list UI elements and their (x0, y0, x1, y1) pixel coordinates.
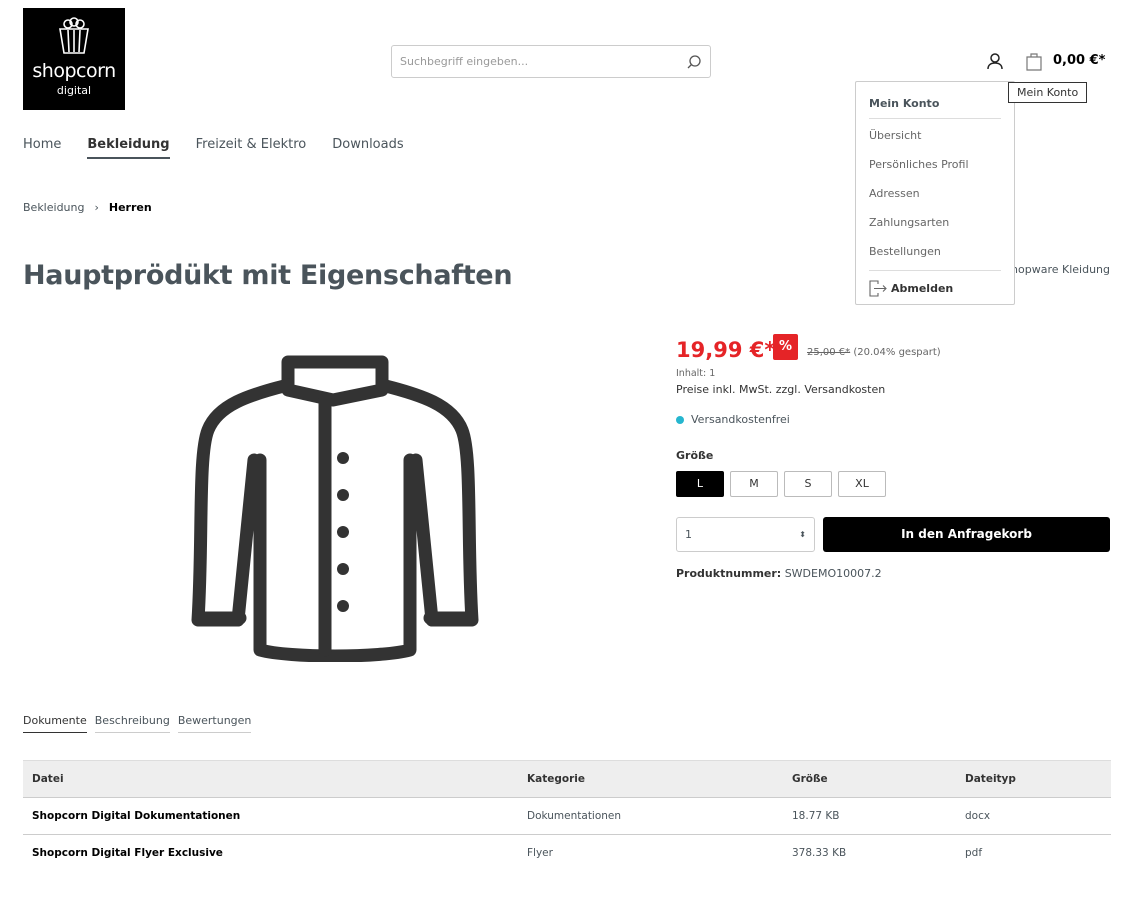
size-label: Größe (676, 449, 714, 462)
nav-bekleidung[interactable]: Bekleidung (87, 137, 170, 159)
file-type: docx (956, 797, 1111, 835)
size-options: L M S XL (676, 471, 886, 497)
search-input[interactable]: Suchbegriff eingeben... (391, 45, 711, 78)
account-tooltip: Mein Konto (1008, 82, 1088, 103)
popcorn-icon (59, 17, 89, 54)
tab-bewertungen[interactable]: Bewertungen (177, 714, 252, 733)
content-info: Inhalt: 1 (676, 368, 716, 379)
product-price: 19,99 €* (676, 338, 776, 362)
nav-freizeit-elektro[interactable]: Freizeit & Elektro (196, 137, 307, 159)
logo[interactable]: shopcorn digital (23, 8, 125, 110)
logout-icon (869, 280, 887, 297)
breadcrumb-bekleidung[interactable]: Bekleidung (23, 201, 84, 214)
product-number-label: Produktnummer: (676, 567, 782, 580)
tax-note: Preise inkl. MwSt. zzgl. Versandkosten (676, 383, 886, 396)
jacket-image (191, 355, 479, 662)
table-header: Datei Kategorie Größe Dateityp (23, 760, 1111, 798)
file-size: 378.33 KB (792, 847, 847, 860)
file-size: 18.77 KB (783, 797, 956, 835)
cart-total[interactable]: 0,00 €* (1053, 53, 1105, 68)
column-header: Dateityp (956, 760, 1111, 798)
select-arrows-icon: ⬍ (799, 530, 806, 539)
manufacturer-link[interactable]: Shopware Kleidung (1004, 263, 1110, 276)
column-header: Datei (23, 760, 518, 798)
chevron-right-icon: › (94, 201, 99, 214)
tab-beschreibung[interactable]: Beschreibung (94, 714, 170, 733)
account-menu-orders[interactable]: Bestellungen (869, 245, 1001, 264)
shipping-text: Versandkostenfrei (691, 413, 790, 426)
logout-button[interactable]: Abmelden (869, 270, 1001, 297)
size-option-xl[interactable]: XL (838, 471, 886, 497)
logout-label: Abmelden (891, 282, 954, 295)
logo-text: shopcorn (32, 60, 116, 82)
tab-dokumente[interactable]: Dokumente (23, 714, 87, 733)
product-tabs: Dokumente Beschreibung Bewertungen (23, 714, 252, 733)
account-menu-overview[interactable]: Übersicht (869, 129, 1001, 148)
quantity-select[interactable]: 1 ⬍ (676, 517, 815, 552)
file-category: Dokumentationen (518, 797, 783, 835)
table-row[interactable]: Shopcorn Digital Dokumentationen Dokumen… (23, 797, 1111, 835)
account-menu-addresses[interactable]: Adressen (869, 187, 1001, 206)
file-category: Flyer (527, 847, 553, 860)
nav-home[interactable]: Home (23, 137, 61, 159)
size-option-s[interactable]: S (784, 471, 832, 497)
nav-downloads[interactable]: Downloads (332, 137, 403, 159)
breadcrumb-herren[interactable]: Herren (109, 201, 152, 214)
account-menu-payment[interactable]: Zahlungsarten (869, 216, 1001, 235)
documents-table: Datei Kategorie Größe Dateityp Shopcorn … (23, 760, 1111, 872)
old-price: 25,00 €* (20.04% gespart) (807, 347, 941, 358)
page-title: Hauptprödükt mit Eigenschaften (23, 260, 513, 291)
account-menu-title: Mein Konto (869, 97, 1001, 119)
column-header: Größe (783, 760, 956, 798)
file-type: pdf (965, 847, 983, 860)
quantity-value: 1 (685, 528, 692, 541)
shipping-info: Versandkostenfrei (676, 413, 790, 426)
file-name[interactable]: Shopcorn Digital Dokumentationen (23, 797, 518, 835)
discount-badge: % (773, 334, 798, 360)
search-icon[interactable] (686, 54, 702, 70)
product-number: Produktnummer: SWDEMO10007.2 (676, 567, 882, 580)
size-option-l[interactable]: L (676, 471, 724, 497)
status-dot-icon (676, 415, 684, 424)
saved-percent: (20.04% gespart) (853, 347, 941, 358)
logo-subtext: digital (56, 84, 92, 97)
size-option-m[interactable]: M (730, 471, 778, 497)
column-header: Kategorie (518, 760, 783, 798)
file-name[interactable]: Shopcorn Digital Flyer Exclusive (23, 835, 518, 872)
main-nav: Home Bekleidung Freizeit & Elektro Downl… (23, 137, 404, 159)
breadcrumb: Bekleidung › Herren (23, 201, 152, 214)
list-price: 25,00 €* (807, 347, 851, 358)
cart-icon[interactable] (1025, 52, 1043, 71)
account-dropdown: Mein Konto Übersicht Persönliches Profil… (855, 81, 1015, 305)
user-icon[interactable] (986, 52, 1004, 70)
product-number-value: SWDEMO10007.2 (784, 567, 882, 580)
table-row[interactable]: Shopcorn Digital Flyer Exclusive Flyer 3… (23, 835, 1111, 872)
search-placeholder: Suchbegriff eingeben... (400, 55, 529, 68)
account-menu-profile[interactable]: Persönliches Profil (869, 158, 1001, 177)
add-to-cart-button[interactable]: In den Anfragekorb (823, 517, 1110, 552)
